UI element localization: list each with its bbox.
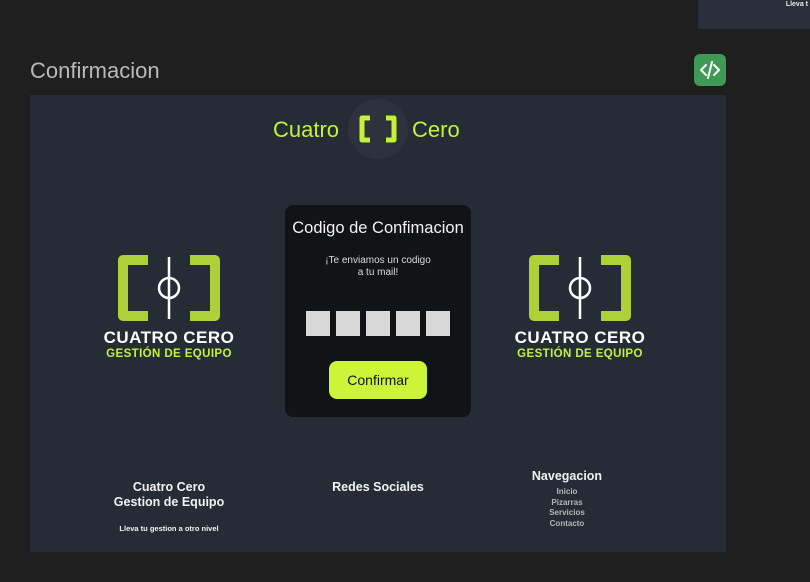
code-icon <box>700 61 720 79</box>
code-digit-4[interactable] <box>396 311 420 336</box>
brand-subtitle: GESTIÓN DE EQUIPO <box>106 348 232 360</box>
header-logo[interactable]: Cuatro Cero <box>30 95 726 165</box>
bracket-logo-icon <box>359 115 397 143</box>
field-logo-icon <box>118 255 220 321</box>
header-left-text: Cuatro <box>273 117 340 142</box>
footer-link-inicio[interactable]: Inicio <box>508 487 626 498</box>
card-message-line1: ¡Te enviamos un codigo <box>325 255 431 266</box>
header-right-text: Cero <box>412 117 460 142</box>
card-message-line2: a tu mail! <box>357 267 399 278</box>
field-logo-icon <box>529 255 631 321</box>
code-digit-5[interactable] <box>426 311 450 336</box>
brand-logo-left: CUATRO CERO GESTIÓN DE EQUIPO <box>99 255 239 360</box>
footer-nav-title: Navegacion <box>531 469 603 483</box>
code-digit-2[interactable] <box>336 311 360 336</box>
footer-link-contacto[interactable]: Contacto <box>508 519 626 530</box>
thumbnail-preview[interactable]: Lleva t <box>698 0 810 29</box>
footer-brand-line2: Gestion de Equipo <box>113 495 225 509</box>
footer-link-pizarras[interactable]: Pizarras <box>508 498 626 509</box>
brand-name: CUATRO CERO <box>103 328 235 347</box>
code-digit-3[interactable] <box>366 311 390 336</box>
thumbnail-text: Lleva t <box>785 1 808 8</box>
card-message: ¡Te enviamos un codigo a tu mail! <box>285 255 471 279</box>
frame-title: Confirmacion <box>30 58 160 83</box>
page-canvas: Cuatro Cero CUATRO CERO GESTIÓN DE EQUIP… <box>30 95 726 552</box>
footer-link-servicios[interactable]: Servicios <box>508 508 626 519</box>
confirm-button[interactable]: Confirmar <box>329 361 427 399</box>
brand-subtitle: GESTIÓN DE EQUIPO <box>517 348 643 360</box>
footer-brand-line1: Cuatro Cero <box>132 480 206 494</box>
confirmation-card: Codigo de Confimacion ¡Te enviamos un co… <box>285 205 471 417</box>
code-digit-1[interactable] <box>306 311 330 336</box>
card-title: Codigo de Confimacion <box>292 219 464 237</box>
code-button[interactable] <box>694 54 726 86</box>
brand-name: CUATRO CERO <box>514 328 646 347</box>
footer-about: Cuatro Cero Gestion de Equipo Lleva tu g… <box>89 480 249 533</box>
footer-tagline: Lleva tu gestion a otro nivel <box>119 524 219 533</box>
footer-social: Redes Sociales <box>308 480 448 495</box>
code-inputs <box>306 311 450 336</box>
footer-social-title: Redes Sociales <box>332 480 424 494</box>
brand-logo-right: CUATRO CERO GESTIÓN DE EQUIPO <box>510 255 650 360</box>
footer-navigation: Navegacion Inicio Pizarras Servicios Con… <box>508 469 626 529</box>
